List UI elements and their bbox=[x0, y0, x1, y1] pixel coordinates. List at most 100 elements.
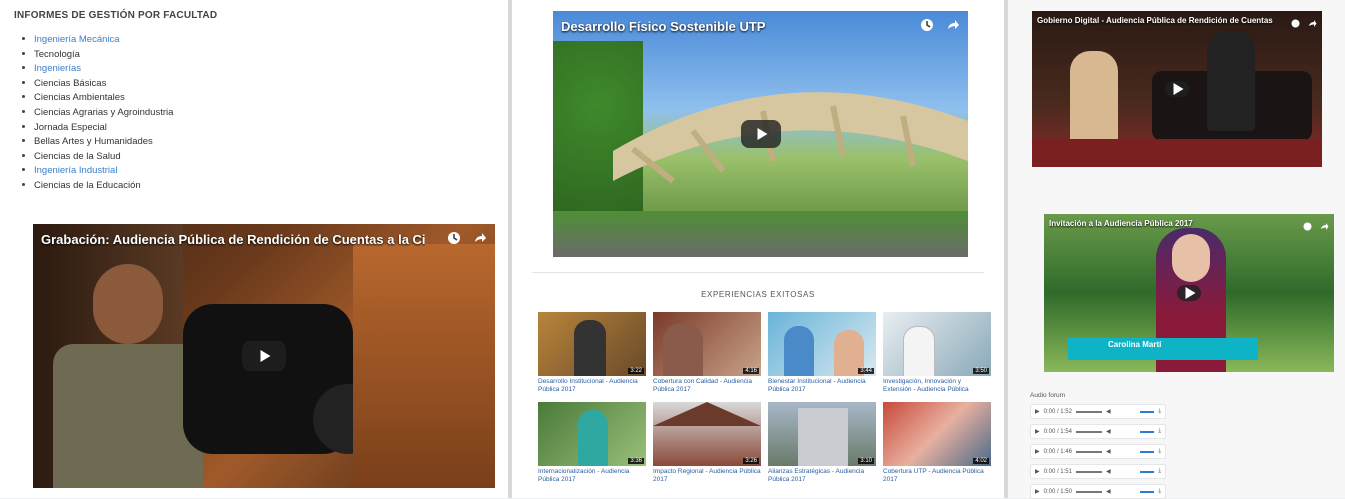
download-icon[interactable]: ⤓ bbox=[1158, 408, 1161, 415]
video-player[interactable]: Desarrollo Físico Sostenible UTP bbox=[553, 11, 968, 257]
bridge-shape bbox=[613, 92, 968, 184]
video-title[interactable]: Gobierno Digital - Audiencia Pública de … bbox=[1037, 16, 1282, 25]
duration-badge: 4:16 bbox=[743, 368, 759, 374]
volume-slider[interactable] bbox=[1140, 490, 1155, 493]
video-thumbnail[interactable]: 3:10 Alianzas Estratégicas - Audiencia P… bbox=[768, 402, 876, 484]
play-icon[interactable]: ▶ bbox=[1035, 408, 1040, 415]
video-actions bbox=[447, 231, 487, 245]
duration-badge: 3:44 bbox=[858, 368, 874, 374]
audio-time: 0:00 / 1:54 bbox=[1043, 428, 1072, 435]
share-icon[interactable] bbox=[1320, 218, 1329, 230]
video-title[interactable]: Invitación a la Audiencia Pública 2017 bbox=[1049, 219, 1294, 228]
download-icon[interactable]: ⤓ bbox=[1158, 468, 1161, 475]
audio-time: 0:00 / 1:46 bbox=[1043, 448, 1072, 455]
watch-later-icon[interactable] bbox=[447, 231, 461, 245]
video-thumbnail[interactable]: 3:44 Bienestar Institucional - Audiencia… bbox=[768, 312, 876, 394]
video-player[interactable]: Grabación: Audiencia Pública de Rendició… bbox=[33, 224, 495, 488]
video-actions bbox=[920, 18, 960, 32]
play-icon[interactable]: ▶ bbox=[1035, 448, 1040, 455]
watch-later-icon[interactable] bbox=[1291, 15, 1300, 28]
list-item: Ciencias Agrarias y Agroindustria bbox=[22, 106, 173, 121]
download-icon[interactable]: ⤓ bbox=[1158, 448, 1161, 455]
thumbnail-caption[interactable]: Alianzas Estratégicas - Audiencia Públic… bbox=[768, 468, 876, 484]
watch-later-icon[interactable] bbox=[920, 18, 934, 32]
person-shape bbox=[1070, 51, 1118, 147]
duration-badge: 3:36 bbox=[628, 458, 644, 464]
list-item[interactable]: Ingeniería Industrial bbox=[22, 164, 173, 179]
watch-later-icon[interactable] bbox=[1303, 218, 1312, 231]
list-item: Ciencias de la Salud bbox=[22, 150, 173, 165]
person-shape bbox=[1207, 31, 1255, 131]
duration-badge: 3:10 bbox=[858, 458, 874, 464]
share-icon[interactable] bbox=[946, 18, 960, 32]
road-shape bbox=[553, 211, 968, 257]
video-thumbnail[interactable]: 4:02 Cobertura UTP - Audiencia Pública 2… bbox=[883, 402, 991, 484]
volume-slider[interactable] bbox=[1140, 450, 1155, 453]
thumbnail-caption[interactable]: Internacionalización - Audiencia Pública… bbox=[538, 468, 646, 484]
video-thumbnail[interactable]: 3:26 Impacto Regional - Audiencia Públic… bbox=[653, 402, 761, 484]
volume-icon[interactable]: ◀ bbox=[1106, 468, 1111, 475]
download-icon[interactable]: ⤓ bbox=[1158, 488, 1161, 495]
volume-icon[interactable]: ◀ bbox=[1106, 448, 1111, 455]
volume-icon[interactable]: ◀ bbox=[1106, 408, 1111, 415]
list-item: Tecnología bbox=[22, 48, 173, 63]
video-actions bbox=[1303, 218, 1329, 231]
name-caption: Carolina Martí bbox=[1108, 340, 1162, 349]
video-player[interactable]: Gobierno Digital - Audiencia Pública de … bbox=[1032, 11, 1322, 167]
video-actions bbox=[1291, 15, 1317, 28]
duration-badge: 4:02 bbox=[973, 458, 989, 464]
list-item: Bellas Artes y Humanidades bbox=[22, 135, 173, 150]
video-thumbnail[interactable]: 3:36 Internacionalización - Audiencia Pú… bbox=[538, 402, 646, 484]
list-item: Jornada Especial bbox=[22, 121, 173, 136]
thumbnail-caption[interactable]: Cobertura UTP - Audiencia Pública 2017 bbox=[883, 468, 991, 484]
list-item[interactable]: Ingenierías bbox=[22, 62, 173, 77]
audio-player[interactable]: ▶ 0:00 / 1:50 ◀ ⤓ bbox=[1030, 484, 1166, 499]
sustainable-development-panel: Desarrollo Físico Sostenible UTP EXPERIE… bbox=[512, 0, 1004, 498]
audio-progress[interactable] bbox=[1075, 450, 1102, 453]
thumbnail-caption[interactable]: Bienestar Institucional - Audiencia Públ… bbox=[768, 378, 876, 394]
audio-progress[interactable] bbox=[1075, 410, 1102, 413]
play-icon[interactable]: ▶ bbox=[1035, 488, 1040, 495]
video-scene bbox=[353, 244, 495, 488]
thumbnail-caption[interactable]: Cobertura con Calidad - Audiencia Públic… bbox=[653, 378, 761, 394]
thumbnail-caption[interactable]: Impacto Regional - Audiencia Pública 201… bbox=[653, 468, 761, 484]
faculty-list: Ingeniería Mecánica Tecnología Ingenierí… bbox=[22, 33, 173, 194]
play-button[interactable] bbox=[1165, 81, 1189, 97]
volume-slider[interactable] bbox=[1140, 410, 1155, 413]
video-thumbnail[interactable]: 4:16 Cobertura con Calidad - Audiencia P… bbox=[653, 312, 761, 394]
video-title[interactable]: Desarrollo Físico Sostenible UTP bbox=[561, 19, 898, 34]
volume-slider[interactable] bbox=[1140, 470, 1155, 473]
thumbnail-caption[interactable]: Desarrollo Institucional - Audiencia Púb… bbox=[538, 378, 646, 394]
play-button[interactable] bbox=[242, 341, 286, 371]
audio-progress[interactable] bbox=[1075, 470, 1102, 473]
video-thumbnail[interactable]: 3:50 Investigación, Innovación y Extensi… bbox=[883, 312, 991, 394]
list-item: Ciencias Básicas bbox=[22, 77, 173, 92]
audio-player[interactable]: ▶ 0:00 / 1:54 ◀ ⤓ bbox=[1030, 424, 1166, 439]
person-head bbox=[93, 264, 163, 344]
play-button[interactable] bbox=[740, 120, 781, 148]
video-thumbnail[interactable]: 3:22 Desarrollo Institucional - Audienci… bbox=[538, 312, 646, 394]
audio-player[interactable]: ▶ 0:00 / 1:52 ◀ ⤓ bbox=[1030, 404, 1166, 419]
volume-icon[interactable]: ◀ bbox=[1106, 488, 1111, 495]
list-item: Ciencias Ambientales bbox=[22, 91, 173, 106]
video-title[interactable]: Grabación: Audiencia Pública de Rendició… bbox=[41, 232, 425, 247]
share-icon[interactable] bbox=[473, 231, 487, 245]
play-icon[interactable]: ▶ bbox=[1035, 468, 1040, 475]
play-icon[interactable]: ▶ bbox=[1035, 428, 1040, 435]
download-icon[interactable]: ⤓ bbox=[1158, 428, 1161, 435]
play-button[interactable] bbox=[1177, 285, 1201, 301]
duration-badge: 3:26 bbox=[743, 458, 759, 464]
audio-player[interactable]: ▶ 0:00 / 1:46 ◀ ⤓ bbox=[1030, 444, 1166, 459]
thumbnail-caption[interactable]: Investigación, Innovación y Extensión - … bbox=[883, 378, 991, 394]
audio-section-title: Audio forum bbox=[1030, 392, 1066, 399]
audio-time: 0:00 / 1:50 bbox=[1043, 488, 1072, 495]
faculty-reports-panel: INFORMES DE GESTIÓN POR FACULTAD Ingenie… bbox=[0, 0, 508, 498]
audio-progress[interactable] bbox=[1075, 490, 1102, 493]
audio-progress[interactable] bbox=[1075, 430, 1102, 433]
audio-player[interactable]: ▶ 0:00 / 1:51 ◀ ⤓ bbox=[1030, 464, 1166, 479]
volume-icon[interactable]: ◀ bbox=[1106, 428, 1111, 435]
list-item[interactable]: Ingeniería Mecánica bbox=[22, 33, 173, 48]
audio-time: 0:00 / 1:51 bbox=[1043, 468, 1072, 475]
volume-slider[interactable] bbox=[1140, 430, 1155, 433]
share-icon[interactable] bbox=[1308, 15, 1317, 27]
